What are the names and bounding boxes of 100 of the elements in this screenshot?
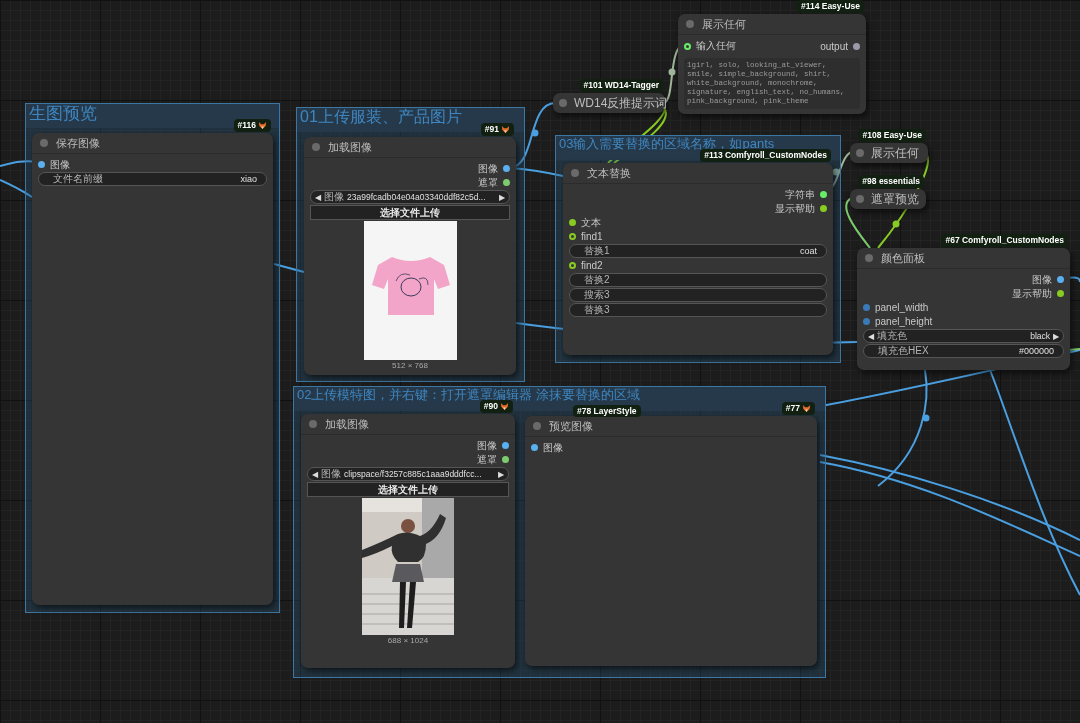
output-socket[interactable] xyxy=(503,179,510,186)
text-field[interactable]: 替换1 coat xyxy=(569,244,827,258)
combo-field[interactable]: ◀ 填充色 black ▶ xyxy=(863,329,1064,343)
field-label: 填充色HEX xyxy=(878,344,929,358)
field-label: 填充色 xyxy=(877,329,907,343)
input-label: 输入任何 xyxy=(696,39,736,53)
output-socket[interactable] xyxy=(1057,276,1064,283)
status-dot xyxy=(571,169,579,177)
field-value: coat xyxy=(800,246,817,256)
output-label: 显示帮助 xyxy=(775,201,815,216)
node-title: 展示任何 xyxy=(871,144,919,162)
next-arrow[interactable]: ▶ xyxy=(499,192,505,202)
fox-icon xyxy=(501,125,510,134)
badge-text: #91 xyxy=(484,124,499,135)
badge-text: #108 Easy-Use xyxy=(862,130,922,141)
node-title: 颜色面板 xyxy=(881,250,925,266)
image-size: 688 × 1024 xyxy=(387,636,429,645)
input-socket[interactable] xyxy=(569,233,576,240)
field-value: black xyxy=(1029,331,1050,341)
image-size: 512 × 768 xyxy=(392,361,428,370)
text-field[interactable]: 替换2 xyxy=(569,273,827,287)
node-title: 展示任何 xyxy=(702,16,746,32)
output-socket[interactable] xyxy=(853,42,860,50)
output-socket[interactable] xyxy=(503,165,510,172)
prev-arrow[interactable]: ◀ xyxy=(868,331,874,341)
status-dot xyxy=(856,195,864,203)
node-title: 加载图像 xyxy=(328,139,372,155)
upload-button[interactable]: 选择文件上传 xyxy=(307,482,509,497)
input-socket[interactable] xyxy=(569,219,576,226)
fox-icon xyxy=(258,121,267,130)
output-label: 图像 xyxy=(1032,272,1052,287)
field-label: 替换1 xyxy=(584,244,610,258)
node-title: 保存图像 xyxy=(56,135,100,151)
input-label: 图像 xyxy=(543,440,563,455)
fox-icon xyxy=(802,404,811,413)
badge-text: #77 xyxy=(785,403,800,414)
output-label: 遮罩 xyxy=(477,452,497,467)
output-label: 图像 xyxy=(477,438,497,453)
combo-field[interactable]: ◀ 图像 23a99fcadb04e04a03340ddf82c5d... ▶ xyxy=(310,190,510,204)
status-dot xyxy=(309,420,317,428)
node-title: 遮罩预览 xyxy=(871,190,919,208)
output-socket[interactable] xyxy=(502,456,509,463)
status-dot xyxy=(312,143,320,151)
text-field[interactable]: 替换3 xyxy=(569,303,827,317)
input-socket[interactable] xyxy=(863,304,870,311)
field-value: 23a99fcadb04e04a03340ddf82c5d... xyxy=(347,192,487,202)
input-label: panel_height xyxy=(875,316,933,327)
output-label: output xyxy=(820,40,848,52)
output-socket[interactable] xyxy=(820,205,827,212)
input-socket[interactable] xyxy=(863,318,870,325)
field-label: 图像 xyxy=(321,467,341,481)
node-title: 文本替换 xyxy=(587,165,631,181)
input-label: 图像 xyxy=(50,157,70,172)
next-arrow[interactable]: ▶ xyxy=(1053,331,1059,341)
prev-arrow[interactable]: ◀ xyxy=(315,192,321,202)
node-title: WD14反推提示词 xyxy=(574,94,668,112)
input-label: 文本 xyxy=(581,215,601,230)
status-dot xyxy=(559,99,567,107)
field-label: 替换2 xyxy=(584,273,610,287)
group-title: 01上传服装、产品图片 xyxy=(300,109,462,125)
text-field[interactable]: 填充色HEX #000000 xyxy=(863,344,1064,358)
text-field[interactable]: 文件名前缀 xiao xyxy=(38,172,267,186)
group-title: 03输入需要替换的区域名称，如pants xyxy=(559,137,775,150)
output-socket[interactable] xyxy=(502,442,509,449)
next-arrow[interactable]: ▶ xyxy=(498,469,504,479)
status-dot xyxy=(865,254,873,262)
connection-wire xyxy=(273,263,305,273)
badge-text: #114 Easy-Use xyxy=(800,1,860,12)
input-label: find1 xyxy=(581,231,603,242)
group-title: 生图预览 xyxy=(29,105,97,122)
input-socket[interactable] xyxy=(569,262,576,269)
text-field[interactable]: 搜索3 xyxy=(569,288,827,302)
fox-icon xyxy=(500,402,509,411)
output-socket[interactable] xyxy=(1057,290,1064,297)
node-title: 加载图像 xyxy=(325,416,369,432)
status-dot xyxy=(686,20,694,28)
prev-arrow[interactable]: ◀ xyxy=(312,469,318,479)
badge-text: #67 Comfyroll_CustomNodes xyxy=(945,235,1064,246)
output-label: 图像 xyxy=(478,161,498,176)
input-label: find2 xyxy=(581,260,603,271)
field-value: #000000 xyxy=(1018,346,1054,356)
output-label: 字符串 xyxy=(785,187,815,202)
group-title: 02上传模特图，并右键：打开遮罩编辑器 涂抹要替换的区域 xyxy=(297,388,641,401)
field-label: 图像 xyxy=(324,190,344,204)
input-socket[interactable] xyxy=(531,444,538,451)
combo-field[interactable]: ◀ 图像 clipspace/f3257c885c1aaa9dddfcc... ▶ xyxy=(307,467,509,481)
output-label: 遮罩 xyxy=(478,175,498,190)
connection-wire xyxy=(845,197,871,249)
output-label: 显示帮助 xyxy=(1012,286,1052,301)
input-label: panel_width xyxy=(875,302,929,313)
output-socket[interactable] xyxy=(820,191,827,198)
connection-wire xyxy=(0,179,33,198)
upload-button[interactable]: 选择文件上传 xyxy=(310,205,510,220)
node-badge: #78 LayerStyle xyxy=(573,405,641,417)
input-socket[interactable] xyxy=(38,161,45,168)
field-label: 替换3 xyxy=(584,303,610,317)
badge-text: #116 xyxy=(237,120,256,131)
field-value: xiao xyxy=(240,174,257,184)
field-label: 文件名前缀 xyxy=(53,172,103,186)
status-dot xyxy=(40,139,48,147)
